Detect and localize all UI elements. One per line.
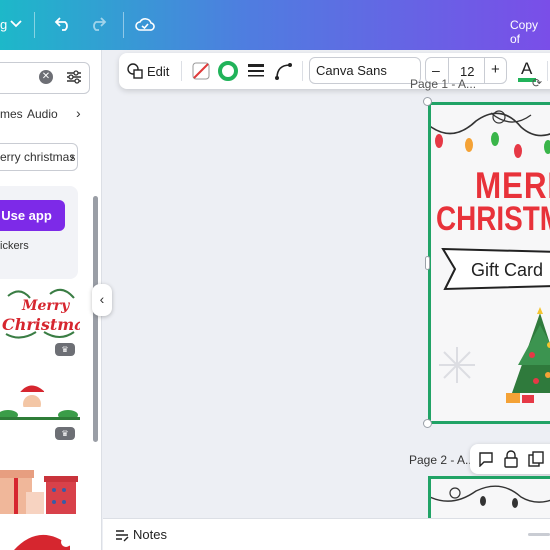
crown-icon: ♛	[55, 343, 75, 356]
chevron-right-icon[interactable]: ›	[76, 105, 81, 121]
font-family-select[interactable]: Canva Sans	[309, 57, 421, 84]
tab-frames[interactable]: mes	[0, 107, 23, 121]
page-tools	[470, 444, 550, 474]
rotate-icon[interactable]: ⟳	[532, 76, 542, 90]
line-shape-icon[interactable]	[274, 61, 294, 81]
duplicate-page-icon[interactable]	[528, 451, 544, 467]
edit-button[interactable]: Edit	[147, 64, 169, 79]
design-title[interactable]: Copy of	[510, 18, 550, 46]
divider	[484, 58, 485, 83]
left-panel: ✕ mes Audio › erry christmas › Use app i…	[0, 50, 102, 550]
stickers-label: ickers	[0, 240, 29, 252]
chevron-down-icon[interactable]	[10, 19, 22, 29]
undo-icon[interactable]	[54, 16, 72, 32]
sticker-santa[interactable]	[0, 377, 80, 425]
notes-button[interactable]: Notes	[133, 527, 167, 542]
christmas-lights	[431, 485, 550, 508]
divider	[547, 61, 548, 81]
page-1-canvas[interactable]: MERRY CHRISTMAS Gift Card	[428, 102, 550, 424]
divider	[181, 61, 182, 81]
svg-text:Christmas: Christmas	[2, 315, 80, 334]
resize-handle[interactable]	[423, 97, 432, 106]
resize-handle[interactable]	[423, 419, 432, 428]
tab-audio[interactable]: Audio	[27, 107, 58, 121]
resize-handle[interactable]	[425, 256, 430, 270]
redo-icon[interactable]	[89, 16, 107, 32]
lock-icon[interactable]	[503, 450, 519, 468]
sticker-merry-christmas[interactable]: Merry Christmas	[0, 286, 94, 342]
increase-size-button[interactable]: +	[491, 61, 500, 78]
christmas-text[interactable]: CHRISTMAS	[436, 200, 550, 239]
text-toolbar: Edit Canva Sans – 12 + A	[119, 53, 550, 89]
filter-icon[interactable]	[66, 69, 82, 85]
page-2-label[interactable]: Page 2 - A...	[409, 453, 475, 467]
zoom-slider[interactable]	[528, 533, 550, 536]
gift-card-text[interactable]: Gift Card	[471, 260, 543, 281]
collapse-panel-button[interactable]: ‹	[92, 284, 112, 316]
edit-shape-icon[interactable]	[127, 63, 143, 79]
panel-scrollbar[interactable]	[93, 196, 98, 442]
bottom-bar: Notes	[103, 518, 550, 550]
sticker-santa-hat[interactable]	[10, 528, 74, 550]
use-app-button[interactable]: Use app	[0, 200, 65, 231]
border-style-icon[interactable]	[247, 62, 265, 80]
svg-text:Merry: Merry	[21, 298, 70, 314]
menu-label[interactable]: g	[0, 17, 7, 32]
suggestion-label: erry christmas	[0, 150, 76, 164]
divider	[302, 61, 303, 81]
crown-icon: ♛	[55, 427, 75, 440]
page-1-label[interactable]: Page 1 - A...	[410, 77, 476, 91]
notes-icon[interactable]	[115, 528, 129, 542]
christmas-tree	[506, 307, 550, 403]
add-comment-icon[interactable]	[478, 451, 494, 467]
chevron-right-icon[interactable]: ›	[70, 148, 75, 164]
page-2-canvas[interactable]	[428, 476, 550, 521]
divider	[123, 12, 124, 38]
top-bar: g Copy of	[0, 0, 550, 50]
border-color-icon[interactable]	[218, 61, 238, 81]
snowflake-decoration	[439, 347, 475, 383]
cloud-saved-icon[interactable]	[135, 15, 155, 33]
clear-search-icon[interactable]: ✕	[39, 70, 53, 84]
divider	[34, 12, 35, 38]
no-fill-icon[interactable]	[191, 61, 211, 81]
text-color-letter: A	[521, 59, 533, 78]
decrease-size-button[interactable]: –	[432, 62, 440, 78]
sticker-gifts[interactable]	[0, 460, 80, 515]
